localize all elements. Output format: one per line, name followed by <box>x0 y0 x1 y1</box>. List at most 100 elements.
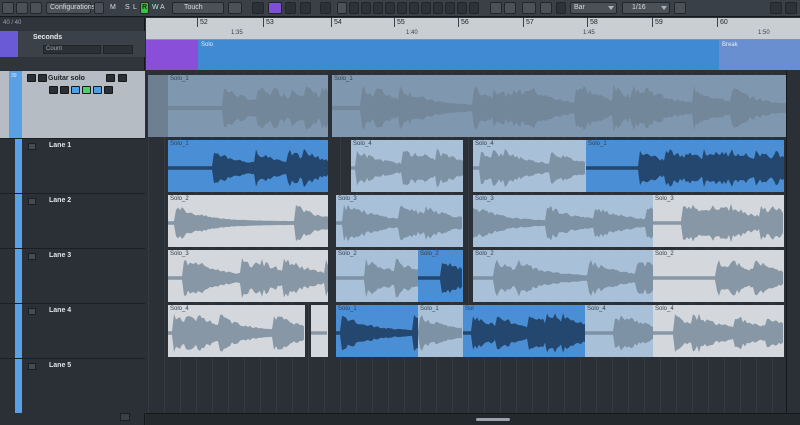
line-tool-icon[interactable] <box>433 2 443 14</box>
record-enable-button[interactable] <box>49 86 58 94</box>
lane-solo-button[interactable] <box>28 198 36 205</box>
play-button[interactable] <box>300 2 311 14</box>
audio-event[interactable]: Solo_1 <box>586 140 784 192</box>
zoom-tool-icon[interactable] <box>397 2 407 14</box>
mute-tool-icon[interactable] <box>409 2 419 14</box>
audio-event[interactable]: Solo_2 <box>336 250 418 302</box>
lane-header-3[interactable]: Lane 3 <box>0 248 145 303</box>
solo-button[interactable] <box>38 74 47 82</box>
quantize-settings-icon[interactable] <box>674 2 686 14</box>
range-tool-icon[interactable] <box>349 2 359 14</box>
window-zone-left-icon[interactable] <box>770 2 782 14</box>
event-display[interactable]: Solo_1 Solo_1 Solo_1 Solo_4 Solo_4 Solo_… <box>146 71 800 425</box>
automation-r-toggle[interactable]: R <box>140 2 149 14</box>
cycle-toggle[interactable] <box>268 2 282 14</box>
ruler-format-dropdown[interactable]: Count <box>43 45 101 54</box>
audio-event[interactable]: Solo_4 <box>585 305 653 357</box>
record-button[interactable] <box>320 2 331 14</box>
object-selection-tool-icon[interactable] <box>337 2 347 14</box>
audio-waveform <box>332 84 786 132</box>
erase-tool-icon[interactable] <box>385 2 395 14</box>
marker-break[interactable]: Break <box>719 40 800 70</box>
horizontal-scrollbar[interactable] <box>146 413 800 425</box>
auto-scroll-icon[interactable] <box>522 2 536 14</box>
mixer-toggle-icon[interactable] <box>30 2 42 14</box>
configurations-label: Configurations <box>50 4 96 11</box>
audio-event[interactable]: Solo_2 <box>168 195 328 247</box>
track-header-guitar-solo[interactable]: 39 Guitar solo <box>0 71 145 138</box>
lane-header-1[interactable]: Lane 1 <box>0 138 145 193</box>
lane-header-5[interactable]: Lane 5 <box>0 358 145 413</box>
automation-s[interactable]: S <box>125 3 130 13</box>
audio-event[interactable]: Solo_4 <box>653 305 784 357</box>
rewind-button[interactable] <box>228 2 242 14</box>
audio-event[interactable]: Solo_1 <box>336 305 418 357</box>
draw-tool-icon[interactable] <box>421 2 431 14</box>
audio-event[interactable]: Solo_3 <box>473 195 653 247</box>
marker-solo[interactable]: Solo <box>198 40 719 70</box>
mute-button[interactable] <box>27 74 36 82</box>
lane-solo-button[interactable] <box>28 253 36 260</box>
audio-event[interactable]: Solo_3 <box>653 195 784 247</box>
audio-event[interactable]: Solo_2 <box>473 250 653 302</box>
nudge-left-icon[interactable] <box>490 2 502 14</box>
audio-event[interactable]: Solo_3 <box>336 195 463 247</box>
ruler-track-header[interactable]: Seconds Count <box>0 31 145 57</box>
audio-event[interactable]: Solo_1 <box>168 75 328 137</box>
write-automation-button[interactable] <box>118 74 127 82</box>
show-lanes-button[interactable] <box>71 86 80 94</box>
audio-event[interactable]: Solo_3 <box>168 250 328 302</box>
lanes-active-button[interactable] <box>93 86 102 94</box>
audio-event[interactable]: Solo_1 <box>418 305 463 357</box>
automation-mode-dropdown[interactable]: Touch <box>172 2 224 14</box>
audio-waveform <box>418 315 462 351</box>
grid-type-dropdown[interactable]: Bar <box>570 2 617 14</box>
monitor-button[interactable] <box>60 86 69 94</box>
lane-header-2[interactable]: Lane 2 <box>0 193 145 248</box>
scrollbar-thumb[interactable] <box>476 418 510 421</box>
glue-tool-icon[interactable] <box>373 2 383 14</box>
go-to-previous-button[interactable] <box>252 2 264 14</box>
color-tool-icon[interactable] <box>469 2 479 14</box>
inspector-toggle-icon[interactable] <box>16 2 28 14</box>
lane-header-4[interactable]: Lane 4 <box>0 303 145 358</box>
audio-event[interactable]: Sol <box>463 305 585 357</box>
play-tool-icon[interactable] <box>445 2 455 14</box>
automation-m[interactable]: M <box>110 3 116 13</box>
configurations-dropdown[interactable]: Configurations <box>46 2 95 14</box>
marker-region-start[interactable] <box>146 40 198 70</box>
constrain-delay-icon[interactable] <box>94 2 104 14</box>
ruler-option-dropdown[interactable] <box>103 45 133 54</box>
snap-toggle-icon[interactable] <box>540 2 552 14</box>
read-automation-button[interactable] <box>106 74 115 82</box>
vertical-scrollbar[interactable] <box>786 71 800 413</box>
audio-event[interactable]: Solo_1 <box>168 140 328 192</box>
nudge-right-icon[interactable] <box>504 2 516 14</box>
audio-event[interactable]: Solo_4 <box>351 140 463 192</box>
automation-w[interactable]: W <box>152 3 159 13</box>
window-layout-icon[interactable] <box>2 2 14 14</box>
comp-tool-icon[interactable] <box>457 2 467 14</box>
audio-event[interactable]: Solo_4 <box>168 305 305 357</box>
track-name[interactable]: Guitar solo <box>48 75 85 82</box>
automation-a[interactable]: A <box>160 3 165 13</box>
window-zone-right-icon[interactable] <box>785 2 797 14</box>
ruler-track-color <box>0 31 18 57</box>
quantize-dropdown[interactable]: 1/16 <box>622 2 670 14</box>
audio-event[interactable]: Solo_4 <box>473 140 586 192</box>
audio-event[interactable]: Solo_2 <box>418 250 463 302</box>
stop-button[interactable] <box>285 2 296 14</box>
track-options-button[interactable] <box>104 86 113 94</box>
audio-event[interactable] <box>311 305 328 357</box>
lane-solo-button[interactable] <box>28 308 36 315</box>
split-tool-icon[interactable] <box>361 2 371 14</box>
add-track-icon[interactable] <box>120 413 130 421</box>
snap-to-zero-icon[interactable] <box>556 2 566 14</box>
audio-event[interactable]: Solo_1 <box>332 75 786 137</box>
lane-solo-button[interactable] <box>28 143 36 150</box>
automation-l[interactable]: L <box>133 3 137 13</box>
lane-solo-button[interactable] <box>28 363 36 370</box>
audio-event[interactable]: Solo_2 <box>653 250 784 302</box>
edit-channel-button[interactable] <box>82 86 91 94</box>
timeline-ruler[interactable]: 52 53 54 55 56 57 58 59 60 1:35 1:40 1:4… <box>146 18 800 40</box>
